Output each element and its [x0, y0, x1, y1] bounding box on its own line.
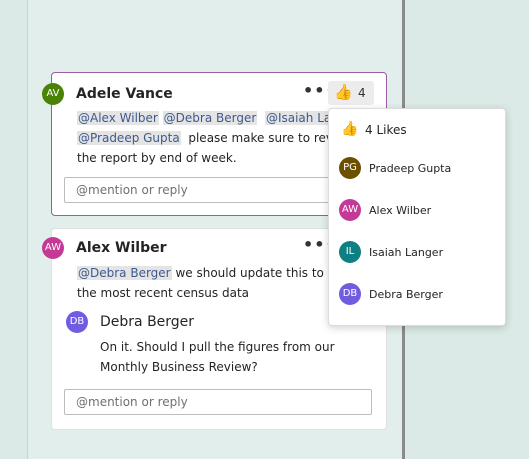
liker-item[interactable]: IL Isaiah Langer [339, 241, 499, 265]
like-count: 4 [358, 86, 366, 100]
avatar: DB [339, 283, 361, 305]
avatar: DB [66, 311, 88, 333]
comment-author: Adele Vance [76, 86, 173, 102]
like-button[interactable]: 👍 4 [328, 81, 374, 105]
likes-count-label: 4 Likes [365, 123, 407, 137]
likes-popup: 👍 4 Likes PG Pradeep Gupta AW Alex Wilbe… [328, 108, 506, 326]
avatar: AV [42, 83, 64, 105]
avatar: AW [339, 199, 361, 221]
likes-header: 👍 4 Likes [341, 121, 407, 137]
reply-input[interactable]: @mention or reply [64, 389, 372, 415]
comment-author: Alex Wilber [76, 240, 167, 256]
liker-item[interactable]: PG Pradeep Gupta [339, 157, 499, 181]
reply-input[interactable]: @mention or reply [64, 177, 372, 203]
liker-name: Alex Wilber [369, 204, 432, 217]
mention[interactable]: @Alex Wilber [77, 111, 159, 125]
liker-name: Debra Berger [369, 288, 443, 301]
avatar: PG [339, 157, 361, 179]
reply-body: On it. Should I pull the figures from ou… [100, 337, 380, 377]
liker-item[interactable]: DB Debra Berger [339, 283, 499, 307]
mention[interactable]: @Debra Berger [162, 111, 258, 125]
thumbs-up-icon: 👍 [334, 83, 353, 101]
mention[interactable]: @Debra Berger [77, 266, 172, 280]
reply-text: Monthly Business Review? [100, 360, 258, 374]
avatar: AW [42, 237, 64, 259]
liker-name: Pradeep Gupta [369, 162, 452, 175]
avatar: IL [339, 241, 361, 263]
reply-author: Debra Berger [100, 314, 195, 330]
reply-text: On it. Should I pull the figures from ou… [100, 340, 335, 354]
thumbs-up-icon: 👍 [341, 121, 359, 137]
liker-item[interactable]: AW Alex Wilber [339, 199, 499, 223]
mention[interactable]: @Pradeep Gupta [77, 131, 181, 145]
liker-name: Isaiah Langer [369, 246, 444, 259]
